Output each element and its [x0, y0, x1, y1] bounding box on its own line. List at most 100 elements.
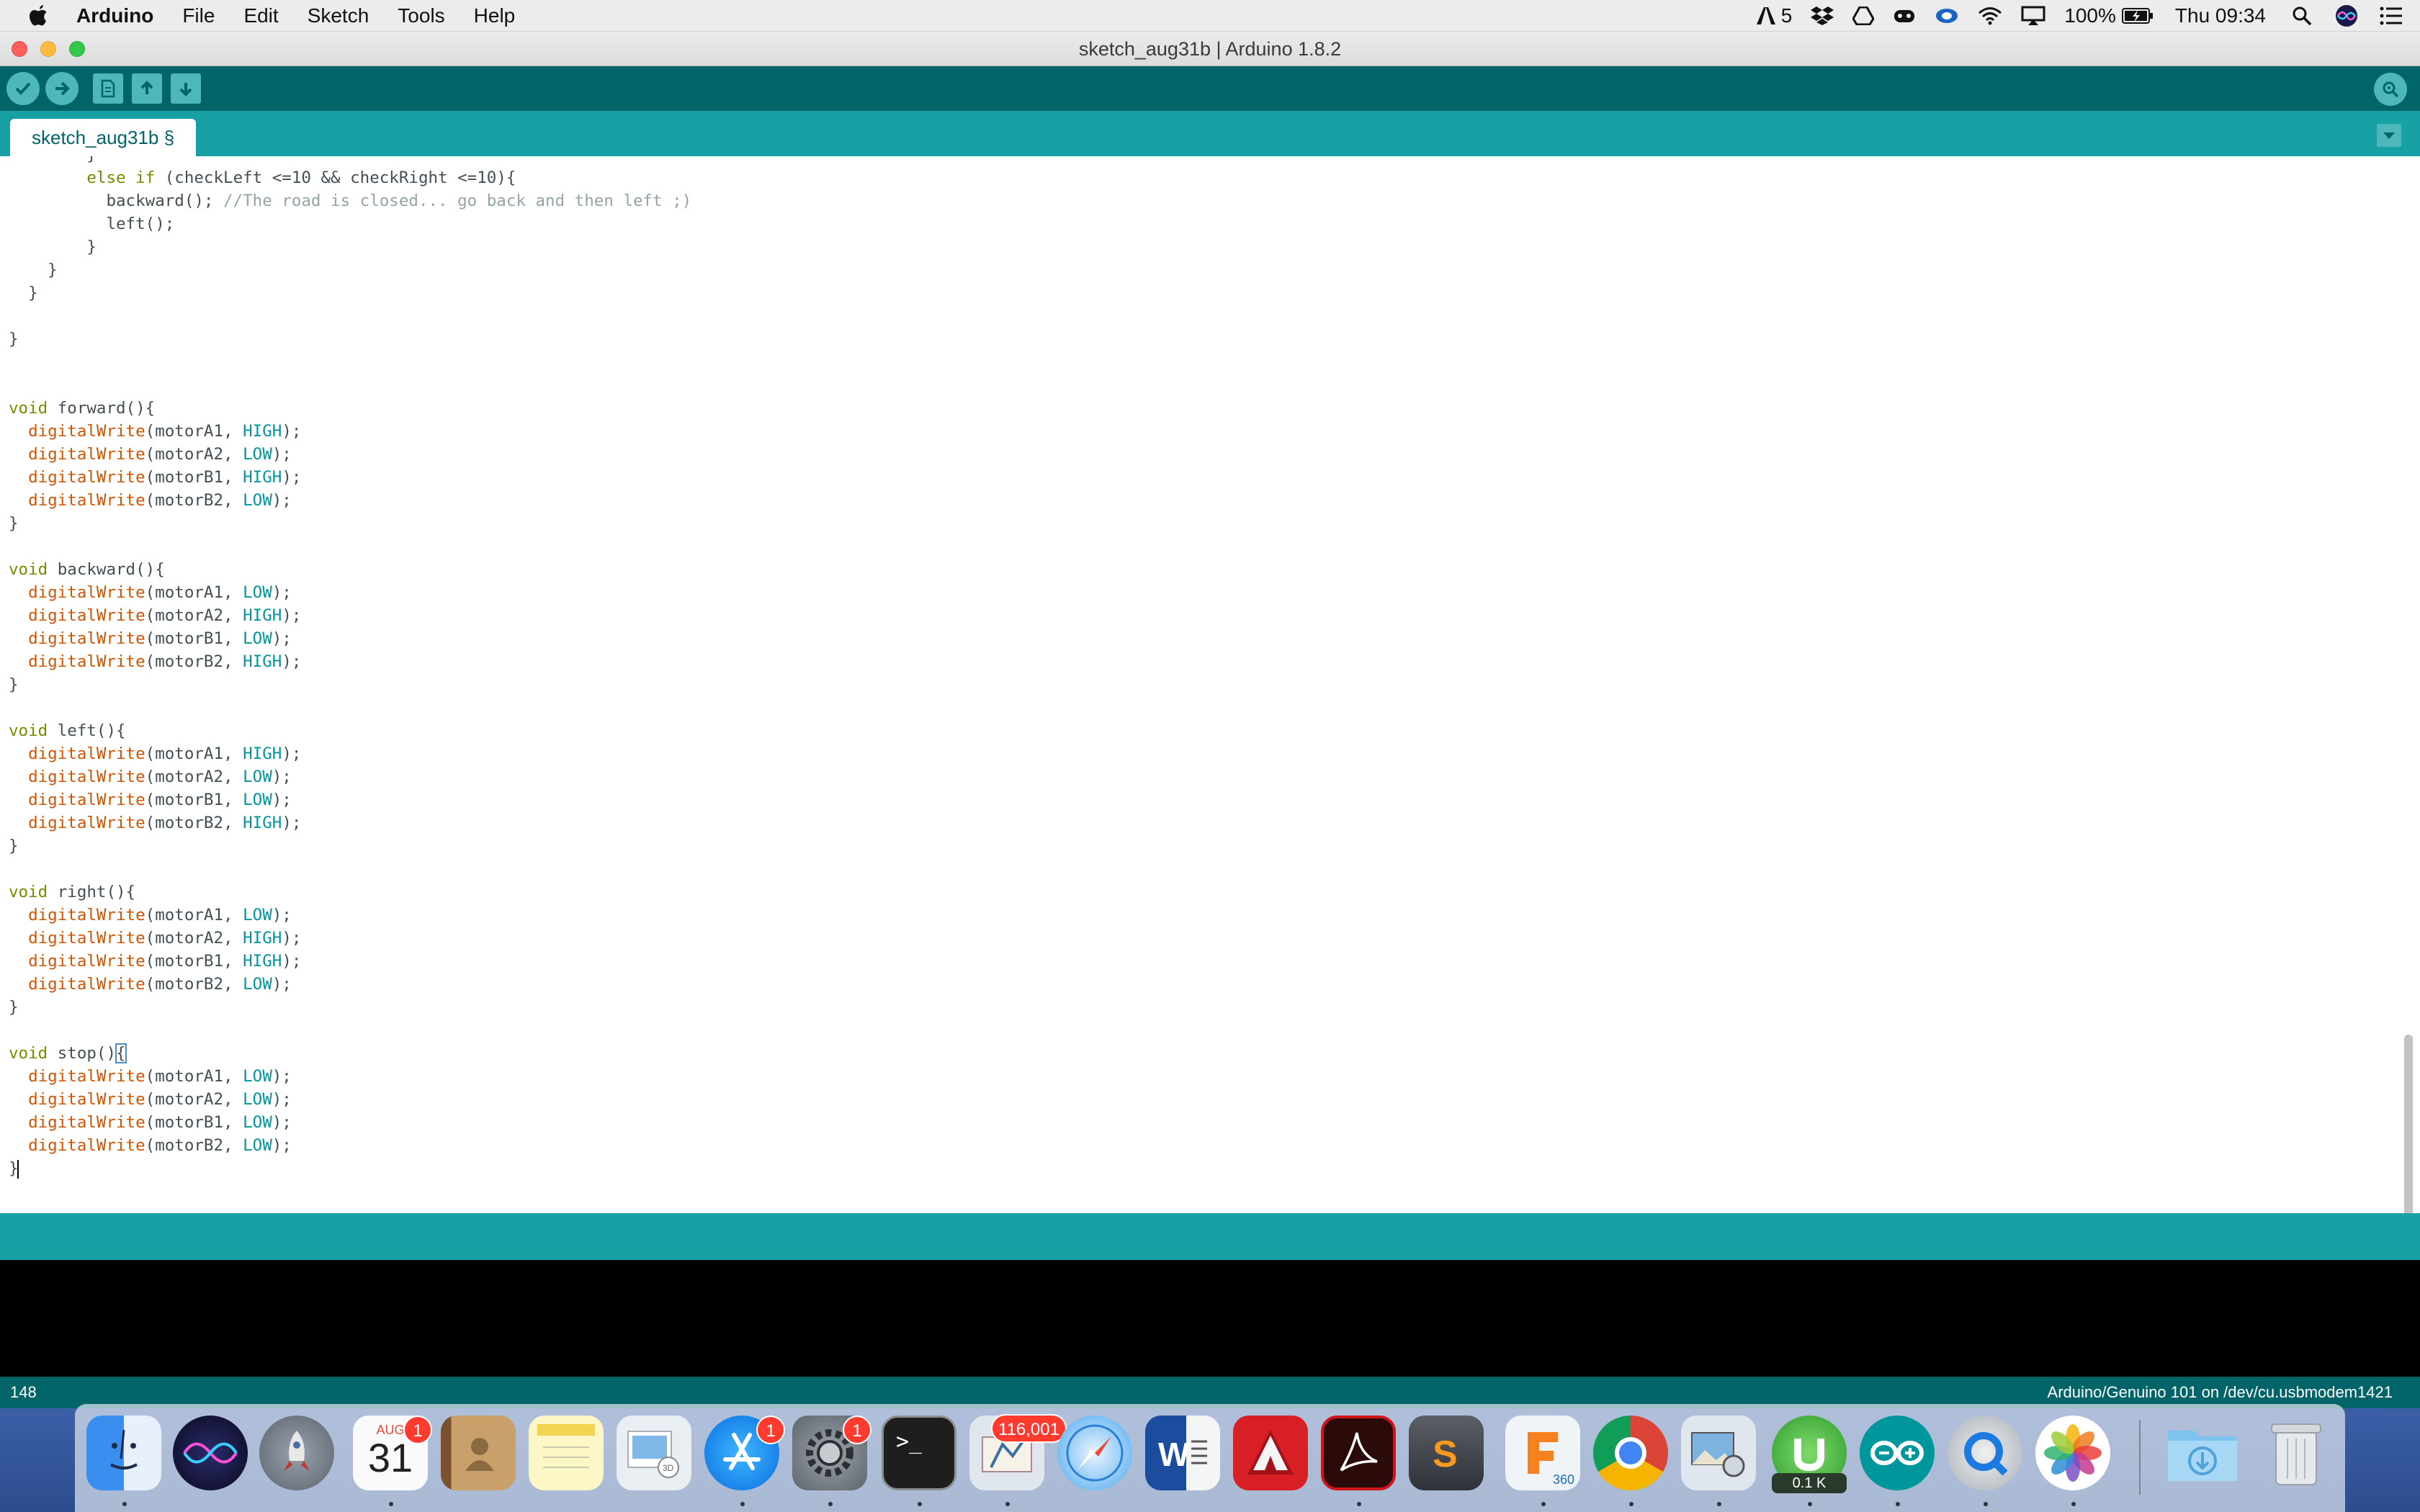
code-line: } [9, 514, 19, 533]
code-line: digitalWrite(motorA1, HIGH); [28, 422, 302, 441]
tab-menu-button[interactable] [2377, 124, 2401, 147]
quicktime-icon[interactable] [1948, 1416, 2022, 1490]
new-sketch-button[interactable] [93, 73, 123, 104]
airplay-icon[interactable] [2021, 6, 2045, 26]
terminal-running-indicator [918, 1502, 922, 1506]
finder-icon[interactable] [86, 1416, 161, 1490]
code-line: void backward(){ [9, 560, 165, 579]
code-line: void stop(){ [9, 1043, 127, 1063]
code-line: else if (checkLeft <=10 && checkRight <=… [86, 168, 516, 187]
adobe-creative-cloud-status[interactable]: 5 [1755, 4, 1793, 27]
sublime-text-icon[interactable]: S [1409, 1416, 1484, 1490]
app-store-badge: 1 [756, 1416, 785, 1444]
window-title-bar[interactable]: sketch_aug31b | Arduino 1.8.2 [0, 32, 2420, 66]
downloads-folder-icon[interactable] [2165, 1416, 2240, 1490]
chrome-running-indicator [1629, 1502, 1634, 1506]
word-icon[interactable]: W [1145, 1416, 1220, 1490]
contacts-icon[interactable] [441, 1416, 516, 1490]
notification-center-icon[interactable] [2380, 6, 2403, 26]
acrobat-icon[interactable] [1321, 1416, 1396, 1490]
tab-sketch-aug31b[interactable]: sketch_aug31b § [10, 119, 197, 156]
app-store-running-indicator [740, 1502, 745, 1506]
arduino-running-indicator [1896, 1502, 1900, 1506]
spotlight-search-icon[interactable] [2292, 6, 2312, 26]
save-sketch-button[interactable] [171, 73, 201, 104]
battery-status[interactable]: 100% [2064, 4, 2154, 27]
launchpad-icon[interactable] [259, 1416, 334, 1490]
menubar-clock[interactable]: Thu 09:34 [2175, 4, 2266, 27]
menu-sketch[interactable]: Sketch [308, 4, 369, 27]
safari-icon[interactable] [1057, 1416, 1132, 1490]
code-line: digitalWrite(motorA2, LOW); [28, 768, 292, 786]
calendar-badge: 1 [403, 1416, 432, 1444]
serial-monitor-button[interactable] [2374, 73, 2407, 106]
fusion-360-label: 360 [1552, 1472, 1574, 1487]
siri-icon[interactable] [173, 1416, 248, 1490]
image-capture-icon[interactable] [1681, 1416, 1756, 1490]
code-text[interactable]: } else if (checkLeft <=10 && checkRight … [9, 156, 691, 1180]
new-file-icon [101, 79, 115, 98]
code-line: } [9, 261, 58, 279]
arrow-right-icon [55, 81, 70, 96]
adobe-count: 5 [1780, 4, 1793, 27]
output-console[interactable] [0, 1260, 2420, 1377]
magnifier-icon [2383, 81, 2399, 98]
chrome-icon[interactable] [1593, 1416, 1668, 1490]
code-line: digitalWrite(motorA2, HIGH); [28, 606, 302, 625]
apple-menu-icon[interactable] [26, 3, 52, 29]
photos-icon[interactable] [2035, 1416, 2110, 1490]
code-line: left(); [9, 215, 175, 233]
menu-file[interactable]: File [182, 4, 215, 27]
code-line: void left(){ [9, 721, 126, 740]
image-capture-running-indicator [1717, 1502, 1721, 1506]
triangle-down-icon [2383, 132, 2395, 139]
wifi-icon[interactable] [1978, 6, 2002, 25]
code-line: digitalWrite(motorA1, LOW); [28, 906, 292, 924]
svg-text:>_: >_ [896, 1429, 923, 1454]
google-drive-icon[interactable] [1852, 6, 1875, 25]
code-line: digitalWrite(motorB1, HIGH); [28, 468, 302, 487]
code-line: digitalWrite(motorA1, LOW); [28, 583, 292, 602]
code-line: digitalWrite(motorA1, LOW); [28, 1067, 292, 1086]
code-line: } [9, 1159, 19, 1179]
code-editor[interactable]: } else if (checkLeft <=10 && checkRight … [0, 156, 2420, 1213]
code-line: digitalWrite(motorB2, HIGH); [28, 814, 302, 832]
code-line: digitalWrite(motorA2, LOW); [28, 445, 292, 464]
code-line: } [9, 675, 19, 694]
dropbox-icon[interactable] [1811, 6, 1834, 26]
trash-icon[interactable] [2259, 1416, 2334, 1490]
arduino-icon[interactable] [1860, 1416, 1935, 1490]
calendar-running-indicator [389, 1502, 393, 1506]
arduino-toolbar [0, 66, 2420, 111]
code-line: digitalWrite(motorA2, LOW); [28, 1090, 292, 1109]
message-status-bar [0, 1213, 2420, 1260]
svg-text:W: W [1158, 1436, 1190, 1473]
notes-icon[interactable] [529, 1416, 604, 1490]
mail-badge: 116,001 [991, 1414, 1067, 1443]
menu-help[interactable]: Help [474, 4, 516, 27]
menu-arduino[interactable]: Arduino [76, 4, 153, 27]
editor-vertical-scrollbar[interactable] [2404, 1035, 2413, 1213]
code-line: digitalWrite(motorB2, HIGH); [28, 652, 302, 671]
verify-button[interactable] [6, 72, 40, 105]
upload-button[interactable] [45, 72, 79, 105]
vpn-icon[interactable] [1935, 6, 1959, 25]
autocad-icon[interactable] [1233, 1416, 1308, 1490]
open-sketch-button[interactable] [132, 73, 162, 104]
svg-text:S: S [1433, 1434, 1458, 1475]
arrow-up-icon [140, 81, 153, 94]
siri-status-icon[interactable] [2335, 4, 2358, 27]
menu-edit[interactable]: Edit [243, 4, 278, 27]
terminal-icon[interactable]: >_ [882, 1416, 956, 1490]
gamepad-icon[interactable] [1893, 6, 1916, 25]
fusion-360-icon[interactable]: 360 [1505, 1416, 1580, 1490]
code-line: } [9, 156, 691, 166]
code-line: digitalWrite(motorA1, HIGH); [28, 744, 302, 763]
menu-tools[interactable]: Tools [398, 4, 444, 27]
preview-icon[interactable]: 3D [617, 1416, 691, 1490]
